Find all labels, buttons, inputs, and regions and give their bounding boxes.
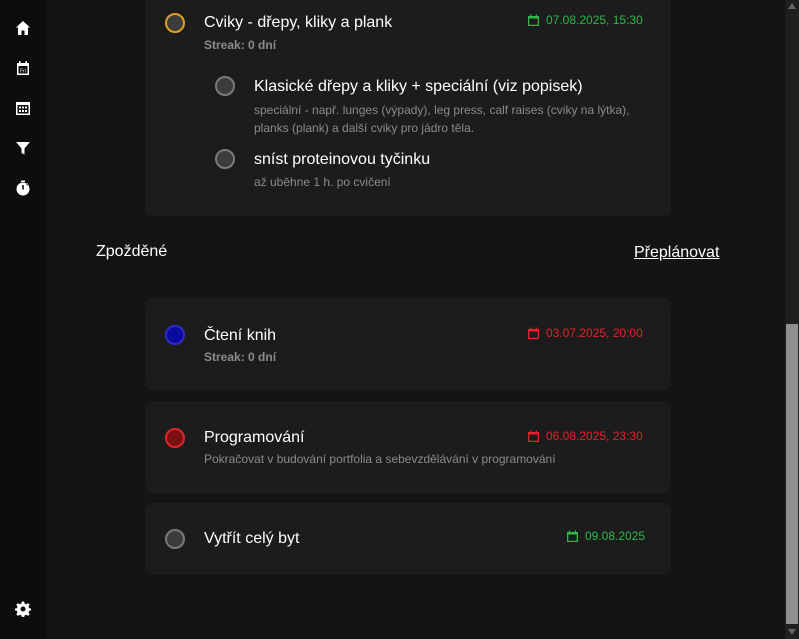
- subtask-title: sníst proteinovou tyčinku: [254, 151, 431, 168]
- task-title: Čtení knih: [204, 327, 277, 344]
- calendar-icon: [528, 430, 539, 442]
- task-card-vytrit-byt[interactable]: Vytřít celý byt 09.08.2025: [145, 503, 671, 575]
- calendar-icon: [528, 327, 539, 339]
- task-due-date-text: 07.08.2025, 15:30: [546, 13, 643, 27]
- task-card-programovani[interactable]: Programování Pokračovat v budování portf…: [145, 401, 671, 493]
- task-due-date-text: 09.08.2025: [585, 529, 646, 543]
- task-complete-checkbox[interactable]: [165, 13, 185, 33]
- calendar-grid-icon[interactable]: [13, 98, 33, 118]
- task-complete-checkbox[interactable]: [165, 529, 185, 549]
- task-due-date-text: 06.08.2025, 23:30: [546, 429, 643, 443]
- task-streak: Streak: 0 dní: [204, 38, 277, 52]
- subtask-description: až uběhne 1 h. po cvičení: [254, 175, 391, 189]
- task-title: Cviky - dřepy, kliky a plank: [204, 14, 393, 31]
- reschedule-link[interactable]: Přeplánovat: [634, 244, 719, 262]
- task-list-panel: Cviky - dřepy, kliky a plank Streak: 0 d…: [46, 0, 785, 639]
- subtask-checkbox[interactable]: [215, 149, 235, 169]
- scrollbar-thumb[interactable]: [786, 324, 798, 624]
- filter-icon[interactable]: [13, 138, 33, 158]
- subtask-title: Klasické dřepy a kliky + speciální (viz …: [254, 78, 583, 95]
- subtask-checkbox[interactable]: [215, 76, 235, 96]
- timer-icon[interactable]: [13, 178, 33, 198]
- scroll-down-arrow-icon[interactable]: [787, 628, 797, 636]
- sidebar: Fri: [0, 0, 46, 639]
- task-due-date: 06.08.2025, 23:30: [527, 429, 643, 443]
- vertical-scrollbar[interactable]: [785, 0, 799, 639]
- task-due-date: 07.08.2025, 15:30: [527, 13, 643, 27]
- task-description: Pokračovat v budování portfolia a sebevz…: [204, 452, 556, 466]
- calendar-today-icon[interactable]: Fri: [13, 58, 33, 78]
- settings-icon[interactable]: [13, 599, 33, 619]
- calendar-badge: Fri: [20, 69, 26, 75]
- task-due-date: 03.07.2025, 20:00: [527, 326, 643, 340]
- task-card-cteni-knih[interactable]: Čtení knih Streak: 0 dní 03.07.2025, 20:…: [145, 298, 671, 390]
- task-complete-checkbox[interactable]: [165, 325, 185, 345]
- calendar-icon: [528, 14, 539, 26]
- task-title: Vytřít celý byt: [204, 530, 300, 547]
- task-card-cviky[interactable]: Cviky - dřepy, kliky a plank Streak: 0 d…: [145, 0, 671, 216]
- task-due-date-text: 03.07.2025, 20:00: [546, 326, 643, 340]
- subtask-description: speciální - např. lunges (výpady), leg p…: [254, 103, 630, 135]
- calendar-icon: [567, 530, 578, 542]
- task-due-date: 09.08.2025: [566, 529, 645, 543]
- task-complete-checkbox[interactable]: [165, 428, 185, 448]
- scroll-up-arrow-icon[interactable]: [787, 2, 797, 10]
- home-icon[interactable]: [13, 18, 33, 38]
- task-title: Programování: [204, 429, 305, 446]
- task-streak: Streak: 0 dní: [204, 350, 277, 364]
- overdue-section-label: Zpožděné: [96, 243, 168, 260]
